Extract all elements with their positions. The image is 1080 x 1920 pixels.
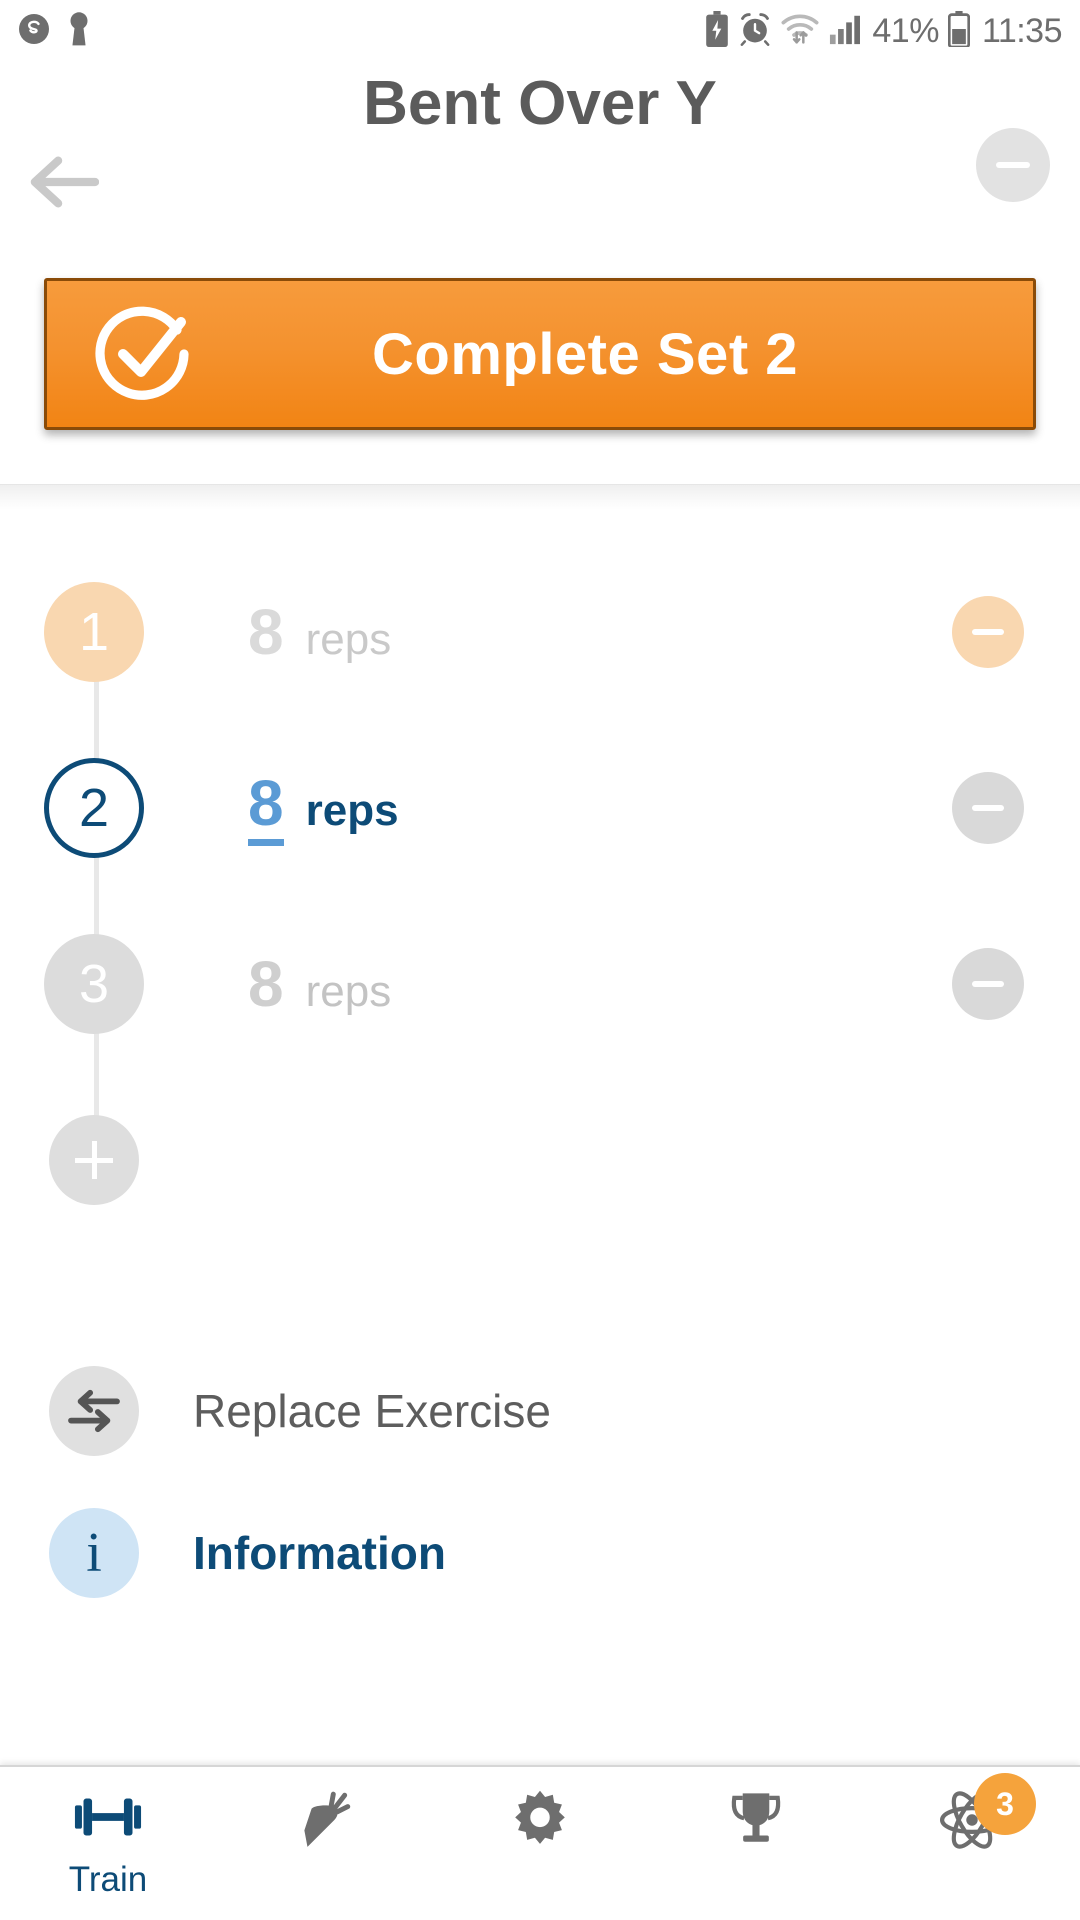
set-list: 1 8 reps 2 8 reps 3 8 reps xyxy=(0,510,1080,1340)
plus-icon-vertical xyxy=(91,1141,97,1179)
signal-icon xyxy=(829,12,863,51)
clock-label: 11:35 xyxy=(981,12,1063,50)
information-row[interactable]: i Information xyxy=(0,1482,1080,1624)
complete-set-button[interactable]: Complete Set 2 xyxy=(44,278,1036,430)
minus-icon xyxy=(972,981,1004,987)
nav-label-train: Train xyxy=(68,1860,148,1899)
battery-percent-label: 41% xyxy=(872,12,939,50)
battery-icon xyxy=(947,10,971,52)
set-row: 3 8 reps xyxy=(0,896,1080,1072)
set-indicator-3[interactable]: 3 xyxy=(44,934,144,1034)
reps-unit-label: reps xyxy=(305,785,399,835)
status-bar: 41% 11:35 xyxy=(0,0,1080,62)
status-bar-right-icons: 41% 11:35 xyxy=(704,10,1063,52)
add-set-row xyxy=(0,1072,1080,1248)
info-icon: i xyxy=(49,1508,139,1598)
reps-value[interactable]: 8 xyxy=(248,952,284,1016)
remove-exercise-button[interactable] xyxy=(976,128,1050,202)
reps-unit-label: reps xyxy=(305,967,392,1016)
remove-set-button-1[interactable] xyxy=(952,596,1024,668)
set-row: 2 8 reps xyxy=(0,720,1080,896)
set-number-label: 1 xyxy=(78,602,110,662)
minus-icon xyxy=(972,805,1004,811)
set-reps-group-2[interactable]: 8 reps xyxy=(248,771,399,846)
alarm-icon xyxy=(739,12,771,51)
info-glyph: i xyxy=(86,1522,102,1584)
swap-arrows-icon xyxy=(49,1366,139,1456)
dumbbell-icon xyxy=(73,1789,143,1850)
replace-exercise-row[interactable]: Replace Exercise xyxy=(0,1340,1080,1482)
back-button[interactable] xyxy=(26,146,102,222)
wifi-icon xyxy=(780,12,820,51)
nav-item-nutrition[interactable] xyxy=(216,1767,432,1920)
nav-item-science[interactable]: 3 xyxy=(864,1767,1080,1920)
nav-item-settings[interactable] xyxy=(432,1767,648,1920)
reps-unit-label: reps xyxy=(305,615,392,664)
remove-set-button-3[interactable] xyxy=(952,948,1024,1020)
minus-icon xyxy=(972,629,1004,635)
remove-set-button-2[interactable] xyxy=(952,772,1024,844)
information-label: Information xyxy=(193,1527,446,1579)
add-set-button[interactable] xyxy=(49,1115,139,1205)
exercise-header: Bent Over Y xyxy=(0,68,1080,228)
battery-saver-icon xyxy=(704,10,730,52)
complete-set-label: Complete Set 2 xyxy=(372,321,798,387)
carrot-icon xyxy=(293,1789,355,1856)
bottom-navigation: Train 3 xyxy=(0,1765,1080,1920)
reps-value[interactable]: 8 xyxy=(248,771,284,846)
gear-icon xyxy=(509,1789,571,1856)
set-number-label: 2 xyxy=(78,778,110,838)
set-indicator-2[interactable]: 2 xyxy=(44,758,144,858)
set-row: 1 8 reps xyxy=(0,544,1080,720)
nav-item-achievements[interactable] xyxy=(648,1767,864,1920)
replace-exercise-label: Replace Exercise xyxy=(193,1385,551,1437)
circle-check-icon xyxy=(93,302,197,406)
skype-icon xyxy=(16,11,52,52)
back-arrow-icon xyxy=(29,152,100,217)
set-indicator-1[interactable]: 1 xyxy=(44,582,144,682)
science-badge: 3 xyxy=(974,1773,1036,1835)
section-divider xyxy=(0,484,1080,510)
minus-icon xyxy=(996,162,1030,168)
set-reps-group-3[interactable]: 8 reps xyxy=(248,952,391,1016)
reps-value[interactable]: 8 xyxy=(248,600,284,664)
set-reps-group-1[interactable]: 8 reps xyxy=(248,600,391,664)
set-number-label: 3 xyxy=(78,954,110,1014)
page-title: Bent Over Y xyxy=(363,69,717,138)
complete-set-area: Complete Set 2 xyxy=(0,228,1080,430)
trophy-icon xyxy=(725,1789,787,1856)
keyhole-icon xyxy=(66,11,92,52)
status-bar-left-icons xyxy=(16,11,92,52)
nav-item-train[interactable]: Train xyxy=(0,1767,216,1920)
